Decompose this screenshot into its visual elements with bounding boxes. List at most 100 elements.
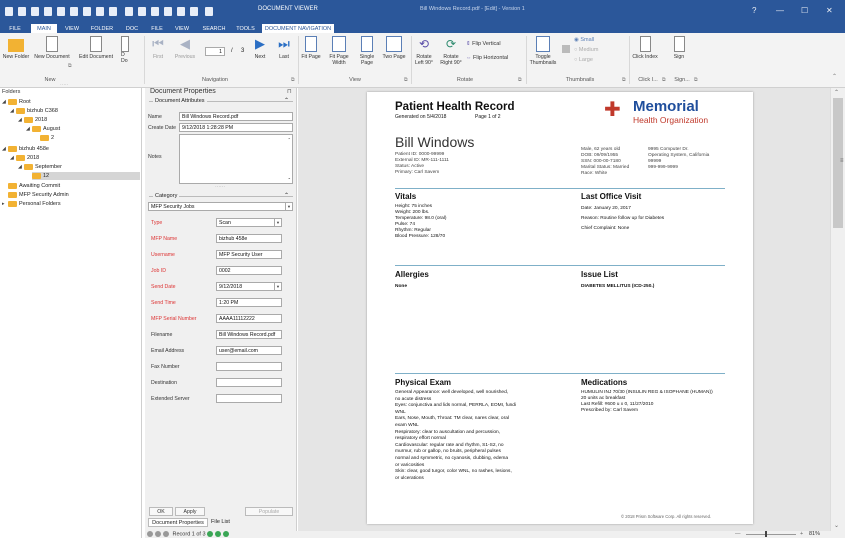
chevron-down-icon[interactable]: ▼ [285, 203, 292, 210]
field-input[interactable]: user@email.com [216, 346, 282, 355]
scroll-up-icon[interactable]: ⌃ [288, 136, 291, 144]
tab-doc[interactable]: DOC [120, 24, 144, 33]
scroll-down-icon[interactable]: ⌄ [288, 174, 291, 182]
tree-item-2018-b[interactable]: ◢ 2018 [10, 154, 39, 162]
tab-viewer-view[interactable]: VIEW [171, 24, 193, 33]
quick-save-icon[interactable] [18, 7, 26, 16]
tree-item-personal-folders[interactable]: ▸ Personal Folders [2, 200, 61, 208]
tree-item-august[interactable]: ◢ August [26, 125, 60, 133]
next-page-button[interactable]: ▶ Next [250, 36, 270, 60]
previous-page-button[interactable]: ◀ Previous [171, 36, 199, 60]
apply-button[interactable]: Apply [175, 507, 205, 516]
thumb-medium-radio[interactable]: ○ Medium [574, 47, 598, 53]
sign-button[interactable]: Sign [668, 36, 690, 60]
field-input[interactable]: MFP Security User [216, 250, 282, 259]
field-input[interactable]: Scan ▼ [216, 218, 282, 227]
tab-file[interactable]: FILE [3, 24, 27, 33]
collapse-ribbon-icon[interactable]: ⌃ [832, 73, 837, 80]
tree-item-mfp-security-admin[interactable]: MFP Security Admin [8, 191, 69, 199]
tree-item-awaiting-commit[interactable]: Awaiting Commit [8, 182, 60, 190]
quick-email-icon[interactable] [83, 7, 91, 16]
zoom-out-icon[interactable]: — [735, 531, 741, 537]
new-document-button[interactable]: New Document [32, 36, 72, 60]
refresh-record-icon[interactable] [223, 531, 230, 537]
help-icon[interactable]: ? [752, 6, 756, 15]
resize-grip[interactable]: ······ [215, 184, 225, 190]
quick-print-icon[interactable] [70, 7, 78, 16]
field-input[interactable]: AAAA11112222 [216, 314, 282, 323]
thumb-small-radio[interactable]: ◉ Small [574, 37, 594, 43]
field-input[interactable]: 9/12/2018 ▼ [216, 282, 282, 291]
group-new-dialog-icon[interactable]: ⧉ [68, 63, 72, 69]
field-input[interactable] [216, 362, 282, 371]
quick-undo-icon[interactable] [125, 7, 133, 16]
quick-paste-icon[interactable] [164, 7, 172, 16]
name-field[interactable]: Bill Windows Record.pdf [179, 112, 293, 121]
rotate-right-button[interactable]: ⟳ Rotate Right 90° [440, 36, 462, 66]
prev-record-icon[interactable] [155, 531, 161, 537]
tab-document-properties[interactable]: Document Properties [148, 518, 208, 527]
collapse-category-icon[interactable]: ⌃ [284, 192, 289, 199]
notes-textarea[interactable]: ⌃ ⌄ [179, 134, 293, 184]
minimize-icon[interactable]: — [776, 6, 784, 15]
field-input[interactable]: 0002 [216, 266, 282, 275]
last-record-icon[interactable] [215, 531, 222, 537]
quick-copy-icon[interactable] [151, 7, 159, 16]
zoom-slider[interactable] [746, 534, 796, 535]
close-icon[interactable]: ✕ [826, 6, 833, 15]
fit-page-button[interactable]: Fit Page [300, 36, 322, 60]
group-navigation-dialog-icon[interactable]: ⧉ [291, 77, 295, 83]
chevron-down-icon[interactable]: ▼ [274, 219, 281, 226]
pin-icon[interactable]: ⊓ [287, 88, 292, 95]
panel-grip[interactable]: ····· [60, 82, 68, 88]
field-input[interactable]: Bill Windows Record.pdf [216, 330, 282, 339]
tree-item-september[interactable]: ◢ September [18, 163, 62, 171]
tree-item-bizhub-458e[interactable]: ◢ bizhub 458e [2, 145, 49, 153]
side-menu-icon[interactable]: ≡ [840, 158, 844, 164]
field-input[interactable] [216, 378, 282, 387]
ok-button[interactable]: OK [149, 507, 173, 516]
quick-cut-icon[interactable] [177, 7, 185, 16]
tree-item-root[interactable]: ◢ Root [2, 98, 31, 106]
populate-button[interactable]: Populate [245, 507, 293, 516]
tab-viewer-file[interactable]: FILE [146, 24, 168, 33]
tab-view[interactable]: VIEW [60, 24, 84, 33]
vertical-scrollbar[interactable]: ⌃ ⌄ [830, 88, 845, 532]
scroll-down-icon[interactable]: ⌄ [834, 522, 839, 529]
tree-item-2[interactable]: 2 [40, 134, 54, 142]
scroll-up-icon[interactable]: ⌃ [834, 89, 839, 96]
click-index-button[interactable]: Click Index [632, 36, 658, 60]
zoom-slider-thumb[interactable] [765, 531, 767, 537]
new-folder-button[interactable]: New Folder [2, 36, 30, 60]
group-sign-dialog-icon[interactable]: ⧉ [694, 77, 698, 83]
quick-customize-icon[interactable] [205, 7, 213, 16]
next-record-icon[interactable] [207, 531, 214, 537]
flip-horizontal-button[interactable]: ⇔ Flip Horizontal [466, 55, 508, 61]
group-rotate-dialog-icon[interactable]: ⧉ [518, 77, 522, 83]
first-record-icon[interactable] [147, 531, 153, 537]
quick-rotate-icon[interactable] [190, 7, 198, 16]
tab-tools[interactable]: TOOLS [233, 24, 258, 33]
group-view-dialog-icon[interactable]: ⧉ [404, 77, 408, 83]
single-page-button[interactable]: Single Page [355, 36, 379, 66]
quick-new-icon[interactable] [44, 7, 52, 16]
category-select[interactable]: MFP Security Jobs ▼ [148, 202, 293, 211]
quick-open-icon[interactable] [31, 7, 39, 16]
maximize-icon[interactable]: ☐ [801, 6, 808, 15]
group-click-dialog-icon[interactable]: ⧉ [662, 77, 666, 83]
fit-page-width-button[interactable]: Fit Page Width [325, 36, 353, 66]
create-date-field[interactable]: 9/12/2018 1:28:28 PM [179, 123, 293, 132]
tab-file-list[interactable]: File List [208, 518, 233, 527]
field-input[interactable]: bizhub 458e [216, 234, 282, 243]
rotate-left-button[interactable]: ⟲ Rotate Left 90° [413, 36, 435, 66]
tab-folder[interactable]: FOLDER [86, 24, 118, 33]
tree-item-12-selected[interactable]: 12 [32, 172, 140, 180]
quick-refresh-icon[interactable] [109, 7, 117, 16]
chevron-down-icon[interactable]: ▼ [274, 283, 281, 290]
toggle-thumbnails-button[interactable]: Toggle Thumbnails [528, 36, 558, 66]
truncated-doc-button[interactable]: D Do [121, 36, 131, 64]
quick-scan-icon[interactable] [57, 7, 65, 16]
tab-main[interactable]: MAIN [31, 24, 57, 33]
first-page-button[interactable]: ⏮ First [148, 36, 168, 60]
tree-item-2018[interactable]: ◢ 2018 [18, 116, 47, 124]
